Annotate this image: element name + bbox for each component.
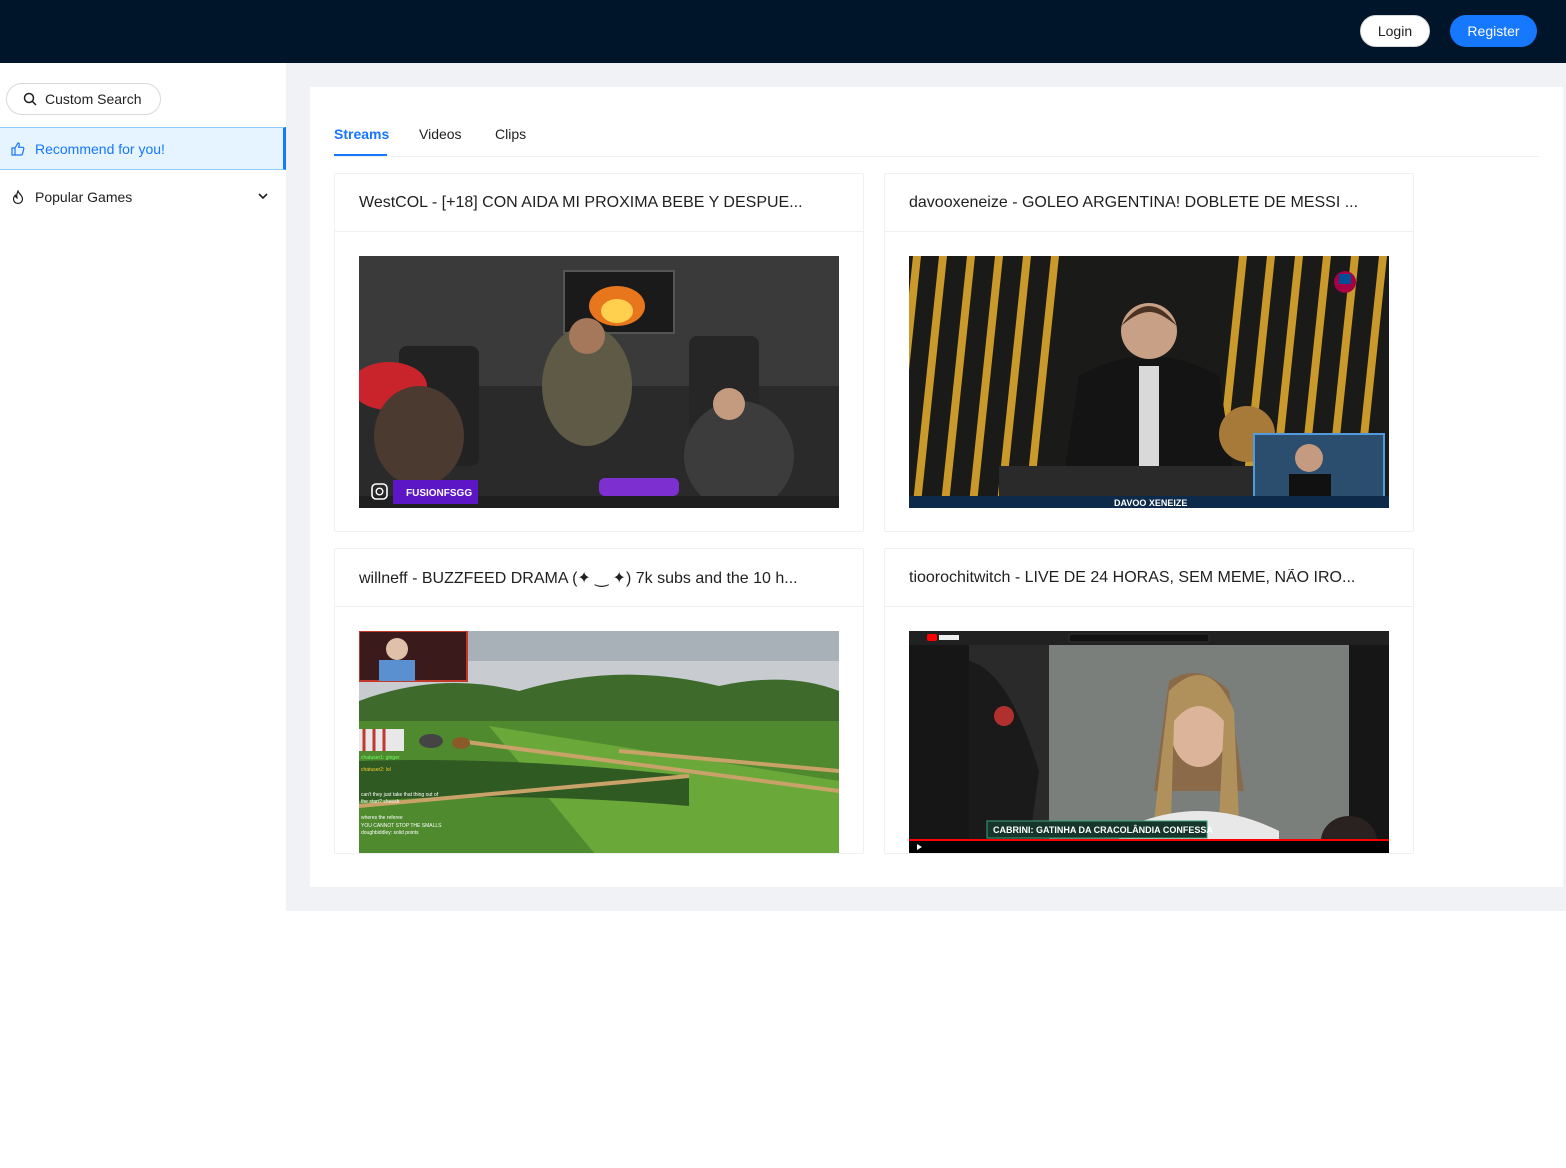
tab-clips[interactable]: Clips — [495, 126, 526, 142]
stream-card-title: tioorochitwitch - LIVE DE 24 HORAS, SEM … — [885, 549, 1413, 607]
active-tab-indicator — [334, 154, 387, 156]
fire-icon — [12, 189, 24, 204]
sidebar-item-label: Recommend for you! — [35, 140, 165, 157]
sidebar-item-label: Popular Games — [35, 189, 133, 205]
register-button[interactable]: Register — [1450, 15, 1537, 47]
svg-text:chatuser2: lol: chatuser2: lol — [361, 767, 391, 773]
stream-card[interactable]: WestCOL - [+18] CON AIDA MI PROXIMA BEBE… — [334, 173, 864, 532]
stream-card-title: willneff - BUZZFEED DRAMA (✦ ‿ ✦) 7k sub… — [335, 549, 863, 607]
search-icon — [23, 92, 37, 106]
stream-thumbnail[interactable]: CABRINI: GATINHA DA CRACOLÂNDIA CONFESSA — [909, 631, 1389, 853]
svg-text:CABRINI: GATINHA DA CRACOLÂNDI: CABRINI: GATINHA DA CRACOLÂNDIA CONFESSA — [993, 824, 1213, 835]
svg-text:YOU CANNOT STOP THE SMALLS: YOU CANNOT STOP THE SMALLS — [361, 823, 442, 829]
stream-thumbnail[interactable]: chatuser1: ginger chatuser2: lol can't t… — [359, 631, 839, 853]
custom-search-label: Custom Search — [45, 91, 142, 107]
stream-card[interactable]: tioorochitwitch - LIVE DE 24 HORAS, SEM … — [884, 548, 1414, 854]
stream-card-title: davooxeneize - GOLEO ARGENTINA! DOBLETE … — [885, 174, 1413, 232]
svg-text:wheres the referee: wheres the referee — [361, 815, 403, 821]
stream-card[interactable]: davooxeneize - GOLEO ARGENTINA! DOBLETE … — [884, 173, 1414, 532]
stream-card-title: WestCOL - [+18] CON AIDA MI PROXIMA BEBE… — [335, 174, 863, 232]
login-button[interactable]: Login — [1360, 15, 1430, 47]
svg-text:can't they just take that thin: can't they just take that thing out of — [361, 792, 439, 798]
svg-text:DAVOO XENEIZE: DAVOO XENEIZE — [1114, 498, 1187, 508]
like-icon — [11, 141, 25, 156]
sidebar-item-recommend[interactable]: Recommend for you! — [0, 127, 286, 170]
chevron-down-icon[interactable] — [257, 190, 269, 202]
stream-card[interactable]: willneff - BUZZFEED DRAMA (✦ ‿ ✦) 7k sub… — [334, 548, 864, 854]
sidebar: Custom Search Recommend for you! Popular… — [0, 63, 286, 221]
stream-thumbnail[interactable]: DAVOO XENEIZE — [909, 256, 1389, 508]
sidebar-item-popular-games[interactable]: Popular Games — [0, 175, 286, 219]
content-tabs: Streams Videos Clips — [334, 118, 1539, 157]
tab-videos[interactable]: Videos — [419, 126, 462, 142]
svg-text:doughbiddley: solid points: doughbiddley: solid points — [361, 830, 419, 836]
top-header: Login Register — [0, 0, 1566, 63]
svg-text:FUSIONFSGG: FUSIONFSGG — [406, 488, 472, 499]
stream-thumbnail[interactable]: FUSIONFSGG — [359, 256, 839, 508]
tab-streams[interactable]: Streams — [334, 126, 389, 142]
svg-text:the start? sheesh: the start? sheesh — [361, 799, 400, 805]
svg-text:chatuser1: ginger: chatuser1: ginger — [361, 755, 400, 761]
custom-search-button[interactable]: Custom Search — [6, 83, 161, 115]
